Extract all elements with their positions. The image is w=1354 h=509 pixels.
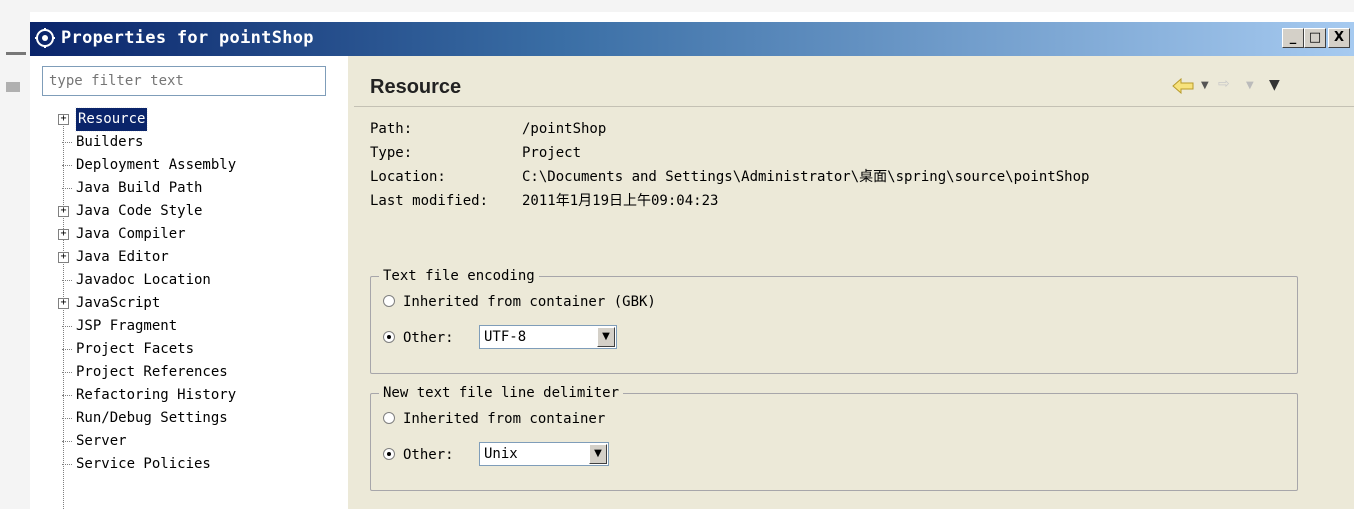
tree-item[interactable]: + Java Compiler [58,223,348,246]
tree-item-label: Javadoc Location [76,272,211,288]
filter-input[interactable] [42,66,326,96]
tree-item[interactable]: Builders [58,131,348,154]
page-title: Resource [370,76,462,98]
tree-item[interactable]: + Resource [58,107,348,132]
type-label: Type: [370,145,413,161]
tree-item[interactable]: Run/Debug Settings [58,407,348,430]
tree-item-label: Refactoring History [76,387,237,403]
delimiter-select[interactable]: Unix ▼ [479,442,609,466]
delimiter-inherited-label: Inherited from container [403,411,606,427]
tree-item-label: Run/Debug Settings [76,410,228,426]
tree-item[interactable]: Project Facets [58,338,348,361]
delimiter-other-radio[interactable] [383,448,395,460]
location-label: Location: [370,169,446,185]
modified-value: 2011年1月19日上午09:04:23 [522,193,719,209]
path-label: Path: [370,121,413,137]
tree-branch-line [62,441,72,442]
location-value: C:\Documents and Settings\Administrator\… [522,169,1090,185]
property-tree: + Resource Builders Deployment Assembly Java… [58,107,348,476]
encoding-other-radio[interactable] [383,331,395,343]
expand-plus-icon[interactable]: + [58,229,69,240]
tree-branch-line [62,165,72,166]
gear-icon [35,28,55,48]
tree-branch-line [62,326,72,327]
tree-item[interactable]: + Java Editor [58,246,348,269]
forward-arrow-icon[interactable]: ⇨ [1218,76,1240,92]
expand-plus-icon[interactable]: + [58,206,69,217]
encoding-inherited-radio[interactable] [383,295,395,307]
tree-item-label: Java Compiler [76,226,186,242]
tree-branch-line [62,142,72,143]
chevron-down-icon[interactable]: ▼ [589,444,607,464]
encoding-select[interactable]: UTF-8 ▼ [479,325,617,349]
tree-branch-line [62,372,72,373]
tree-item-label: Builders [76,134,144,150]
tree-item[interactable]: JSP Fragment [58,315,348,338]
desktop-tick-mark [6,52,26,55]
tree-item-label: Resource [74,107,149,132]
desktop-strip-top [0,0,1354,12]
line-delimiter-group: New text file line delimiter Inherited f… [370,383,1298,491]
maximize-button[interactable]: □ [1304,28,1326,48]
navigation-panel: + Resource Builders Deployment Assembly Java… [30,56,348,509]
tree-item[interactable]: Java Build Path [58,177,348,200]
tree-item[interactable]: + JavaScript [58,292,348,315]
properties-dialog: Properties for pointShop _ □ X + Resource… [30,22,1354,509]
tree-branch-line [62,395,72,396]
tree-branch-line [62,418,72,419]
chevron-down-icon[interactable]: ▼ [597,327,615,347]
tree-branch-line [62,464,72,465]
encoding-other-label: Other: [403,330,454,346]
tree-item-label: Service Policies [76,456,211,472]
expand-plus-icon[interactable]: + [58,252,69,263]
titlebar[interactable]: Properties for pointShop _ □ X [30,22,1354,56]
tree-item-label: Server [76,433,127,449]
back-arrow-icon[interactable] [1172,78,1194,94]
type-value: Project [522,145,582,161]
tree-item-label: JSP Fragment [76,318,178,334]
tree-item[interactable]: Service Policies [58,453,348,476]
encoding-select-value: UTF-8 [484,329,527,345]
tree-item[interactable]: Server [58,430,348,453]
window-title: Properties for pointShop [61,28,314,48]
expand-plus-icon[interactable]: + [58,114,69,125]
close-button[interactable]: X [1328,28,1350,48]
line-delimiter-legend: New text file line delimiter [379,383,624,403]
page-header: Resource ▼ ⇨ ▼ ▼ [354,56,1354,107]
back-menu-chevron-icon[interactable]: ▼ [1201,80,1213,96]
text-encoding-group: Text file encoding Inherited from contai… [370,266,1298,374]
desktop-strip-left [0,12,30,509]
minimize-button[interactable]: _ [1282,28,1304,48]
tree-item-label: Java Code Style [76,203,203,219]
expand-plus-icon[interactable]: + [58,298,69,309]
resource-page: Resource ▼ ⇨ ▼ ▼ Path: /pointShop Type: … [354,56,1354,509]
delimiter-inherited-radio[interactable] [383,412,395,424]
encoding-inherited-label: Inherited from container (GBK) [403,294,656,310]
tree-item[interactable]: + Java Code Style [58,200,348,223]
tree-item[interactable]: Project References [58,361,348,384]
tree-item-label: Deployment Assembly [76,157,237,173]
tree-branch-line [62,188,72,189]
tree-item[interactable]: Deployment Assembly [58,154,348,177]
forward-menu-chevron-icon[interactable]: ▼ [1246,80,1258,96]
tree-item-label: JavaScript [76,295,161,311]
delimiter-select-value: Unix [484,446,518,462]
tree-item[interactable]: Javadoc Location [58,269,348,292]
tree-item-label: Project Facets [76,341,195,357]
tree-item-label: Java Editor [76,249,169,265]
modified-label: Last modified: [370,193,489,209]
text-encoding-legend: Text file encoding [379,266,539,286]
tree-branch-line [62,280,72,281]
view-menu-icon[interactable]: ▼ [1269,77,1285,93]
desktop-icon-fragment [6,82,20,92]
tree-item[interactable]: Refactoring History [58,384,348,407]
tree-item-label: Java Build Path [76,180,203,196]
tree-branch-line [62,349,72,350]
delimiter-other-label: Other: [403,447,454,463]
path-value: /pointShop [522,121,607,137]
tree-item-label: Project References [76,364,228,380]
